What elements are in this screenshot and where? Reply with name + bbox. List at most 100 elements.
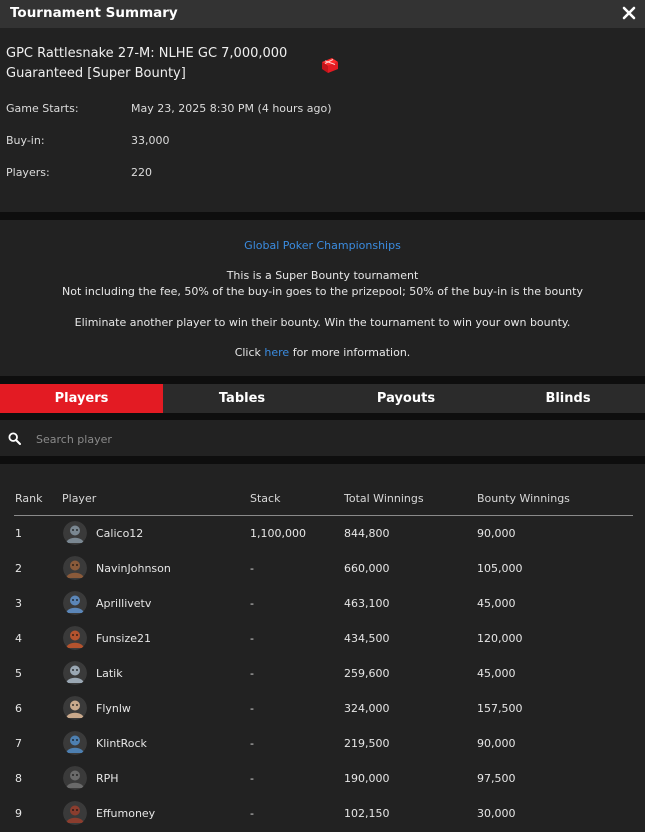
more-info-line: Click here for more information.: [234, 346, 411, 359]
player-name[interactable]: RPH: [96, 772, 119, 785]
player-stack: -: [250, 667, 254, 680]
avatar: [63, 731, 87, 755]
tab-blinds[interactable]: Blinds: [491, 384, 645, 413]
avatar: [63, 521, 87, 545]
table-row[interactable]: 3 Aprillivetv - 463,100 45,000: [0, 587, 645, 622]
avatar-icon: [63, 731, 87, 755]
player-rank: 1: [15, 527, 22, 540]
player-name[interactable]: Effumoney: [96, 807, 155, 820]
player-total-winnings: 324,000: [344, 702, 390, 715]
player-rank: 9: [15, 807, 22, 820]
avatar-icon: [63, 626, 87, 650]
player-bounty-winnings: 45,000: [477, 667, 516, 680]
player-bounty-winnings: 97,500: [477, 772, 516, 785]
more-info-link[interactable]: here: [264, 346, 289, 359]
player-name[interactable]: NavinJohnson: [96, 562, 171, 575]
player-rank: 6: [15, 702, 22, 715]
description-line-3: Eliminate another player to win their bo…: [74, 316, 571, 329]
organizer-link[interactable]: Global Poker Championships: [0, 239, 645, 252]
header-player[interactable]: Player: [62, 492, 96, 505]
window-title: Tournament Summary: [10, 5, 178, 21]
player-bounty-winnings: 105,000: [477, 562, 523, 575]
header-bounty-winnings[interactable]: Bounty Winnings: [477, 492, 570, 505]
player-bounty-winnings: 157,500: [477, 702, 523, 715]
table-row[interactable]: 7 KlintRock - 219,500 90,000: [0, 727, 645, 762]
header-rank[interactable]: Rank: [15, 492, 42, 505]
players-table: Rank Player Stack Total Winnings Bounty …: [0, 464, 645, 832]
buyin-label: Buy-in:: [6, 134, 45, 147]
tab-bar: Players Tables Payouts Blinds: [0, 384, 645, 413]
player-total-winnings: 102,150: [344, 807, 390, 820]
player-total-winnings: 190,000: [344, 772, 390, 785]
player-total-winnings: 434,500: [344, 632, 390, 645]
header-total-winnings[interactable]: Total Winnings: [344, 492, 424, 505]
tab-players[interactable]: Players: [0, 384, 163, 413]
table-row[interactable]: 4 Funsize21 - 434,500 120,000: [0, 622, 645, 657]
player-total-winnings: 219,500: [344, 737, 390, 750]
player-rank: 8: [15, 772, 22, 785]
table-row[interactable]: 9 Effumoney - 102,150 30,000: [0, 797, 645, 832]
player-total-winnings: 844,800: [344, 527, 390, 540]
player-stack: -: [250, 562, 254, 575]
player-stack: -: [250, 702, 254, 715]
player-bounty-winnings: 30,000: [477, 807, 516, 820]
avatar: [63, 556, 87, 580]
avatar: [63, 766, 87, 790]
avatar: [63, 801, 87, 825]
search-icon: [8, 432, 21, 445]
game-starts-label: Game Starts:: [6, 102, 79, 115]
player-stack: 1,100,000: [250, 527, 306, 540]
player-name[interactable]: Flynlw: [96, 702, 131, 715]
players-value: 220: [131, 166, 152, 179]
player-rank: 3: [15, 597, 22, 610]
tournament-description: Global Poker Championships This is a Sup…: [0, 220, 645, 376]
player-rank: 5: [15, 667, 22, 680]
table-row[interactable]: 2 NavinJohnson - 660,000 105,000: [0, 552, 645, 587]
avatar-icon: [63, 591, 87, 615]
header-divider: [14, 515, 633, 516]
player-rank: 4: [15, 632, 22, 645]
avatar: [63, 661, 87, 685]
player-stack: -: [250, 772, 254, 785]
avatar: [63, 591, 87, 615]
players-label: Players:: [6, 166, 50, 179]
tab-tables[interactable]: Tables: [163, 384, 321, 413]
avatar-icon: [63, 766, 87, 790]
player-name[interactable]: Latik: [96, 667, 123, 680]
close-icon[interactable]: [621, 5, 637, 21]
gift-icon: [322, 58, 338, 73]
tournament-info-panel: GPC Rattlesnake 27-M: NLHE GC 7,000,000 …: [0, 28, 645, 212]
player-name[interactable]: KlintRock: [96, 737, 147, 750]
search-bar: [0, 420, 645, 456]
player-stack: -: [250, 597, 254, 610]
player-name[interactable]: Calico12: [96, 527, 143, 540]
table-row[interactable]: 6 Flynlw - 324,000 157,500: [0, 692, 645, 727]
title-bar: Tournament Summary: [0, 0, 645, 28]
player-stack: -: [250, 807, 254, 820]
game-starts-value: May 23, 2025 8:30 PM (4 hours ago): [131, 102, 332, 115]
avatar-icon: [63, 801, 87, 825]
table-row[interactable]: 1 Calico12 1,100,000 844,800 90,000: [0, 517, 645, 552]
tournament-name: GPC Rattlesnake 27-M: NLHE GC 7,000,000 …: [6, 46, 288, 81]
player-bounty-winnings: 120,000: [477, 632, 523, 645]
table-row[interactable]: 5 Latik - 259,600 45,000: [0, 657, 645, 692]
description-line-2: Not including the fee, 50% of the buy-in…: [62, 285, 583, 298]
player-total-winnings: 259,600: [344, 667, 390, 680]
avatar: [63, 626, 87, 650]
avatar-icon: [63, 661, 87, 685]
table-row[interactable]: 8 RPH - 190,000 97,500: [0, 762, 645, 797]
player-stack: -: [250, 737, 254, 750]
player-stack: -: [250, 632, 254, 645]
player-name[interactable]: Aprillivetv: [96, 597, 151, 610]
buyin-value: 33,000: [131, 134, 170, 147]
player-bounty-winnings: 45,000: [477, 597, 516, 610]
avatar-icon: [63, 556, 87, 580]
player-name[interactable]: Funsize21: [96, 632, 151, 645]
player-rank: 7: [15, 737, 22, 750]
player-bounty-winnings: 90,000: [477, 527, 516, 540]
tab-payouts[interactable]: Payouts: [321, 384, 491, 413]
search-input[interactable]: [34, 428, 628, 450]
player-rank: 2: [15, 562, 22, 575]
description-line-1: This is a Super Bounty tournament: [226, 269, 419, 282]
header-stack[interactable]: Stack: [250, 492, 280, 505]
